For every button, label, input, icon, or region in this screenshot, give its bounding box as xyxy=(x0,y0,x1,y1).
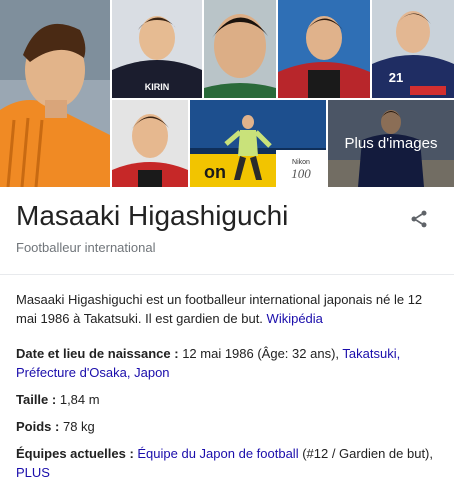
photo-blue-team-jersey[interactable]: Plus d'images xyxy=(328,100,454,187)
fact-birth-value: 12 mai 1986 (Âge: 32 ans), xyxy=(182,346,340,361)
birth-place-link-japan[interactable]: Japon xyxy=(134,365,169,380)
fact-separator: : xyxy=(125,446,138,461)
fact-weight: Poids : 78 kg xyxy=(16,417,444,436)
share-button[interactable] xyxy=(406,206,432,232)
photo-red-black-jersey[interactable] xyxy=(278,0,370,98)
fact-teams-suffix: (#12 / Gardien de but), xyxy=(302,446,434,461)
photo-stadium-action[interactable]: Nikon 100 on xyxy=(190,100,326,187)
description-text: Masaaki Higashiguchi est un footballeur … xyxy=(16,292,423,326)
more-images-button[interactable]: Plus d'images xyxy=(328,100,454,187)
svg-text:100: 100 xyxy=(291,166,311,181)
fact-separator: : xyxy=(170,346,183,361)
fact-separator: : xyxy=(48,392,60,407)
photo-portrait-green[interactable] xyxy=(204,0,276,98)
entity-subtitle: Footballeur international xyxy=(16,240,156,255)
fact-birth: Date et lieu de naissance : 12 mai 1986 … xyxy=(16,344,444,382)
more-images-label[interactable]: Plus d'images xyxy=(345,135,438,152)
fact-height-value: 1,84 m xyxy=(59,392,100,407)
photo-dark-kirin-jersey[interactable]: KIRIN xyxy=(112,0,202,98)
svg-text:on: on xyxy=(204,162,226,182)
fact-height: Taille : 1,84 m xyxy=(16,390,444,409)
photo-orange-goalkeeper[interactable] xyxy=(0,0,110,187)
birth-place-link-takatsuki[interactable]: Takatsuki, xyxy=(342,346,400,361)
fact-birth-label: Date et lieu de naissance xyxy=(16,346,171,361)
svg-text:Nikon: Nikon xyxy=(292,159,310,166)
fact-weight-value: 78 kg xyxy=(62,419,95,434)
divider xyxy=(0,274,454,275)
photo-blue-jersey-21[interactable]: 21 xyxy=(372,0,454,98)
photo-red-jersey-portrait[interactable] xyxy=(112,100,188,187)
facts-list: Date et lieu de naissance : 12 mai 1986 … xyxy=(16,344,444,486)
fact-teams: Équipes actuelles : Équipe du Japon de f… xyxy=(16,444,444,482)
image-collage: KIRIN 21 Nikon 100 on Plus d'images xyxy=(0,0,454,187)
fact-separator: : xyxy=(51,419,63,434)
team-link-japan[interactable]: Équipe du Japon de football xyxy=(137,446,298,461)
entity-description: Masaaki Higashiguchi est un footballeur … xyxy=(16,290,438,328)
wikipedia-link[interactable]: Wikipédia xyxy=(267,311,323,326)
entity-title: Masaaki Higashiguchi xyxy=(16,200,289,231)
jersey-text-kirin: KIRIN xyxy=(145,82,170,92)
fact-height-label: Taille xyxy=(16,392,49,407)
teams-more-link[interactable]: PLUS xyxy=(16,465,50,480)
share-icon xyxy=(411,210,427,228)
birth-place-link-osaka[interactable]: Préfecture d'Osaka, xyxy=(16,365,130,380)
fact-weight-label: Poids xyxy=(16,419,52,434)
fact-teams-label: Équipes actuelles xyxy=(16,446,126,461)
jersey-number-21: 21 xyxy=(389,70,403,85)
